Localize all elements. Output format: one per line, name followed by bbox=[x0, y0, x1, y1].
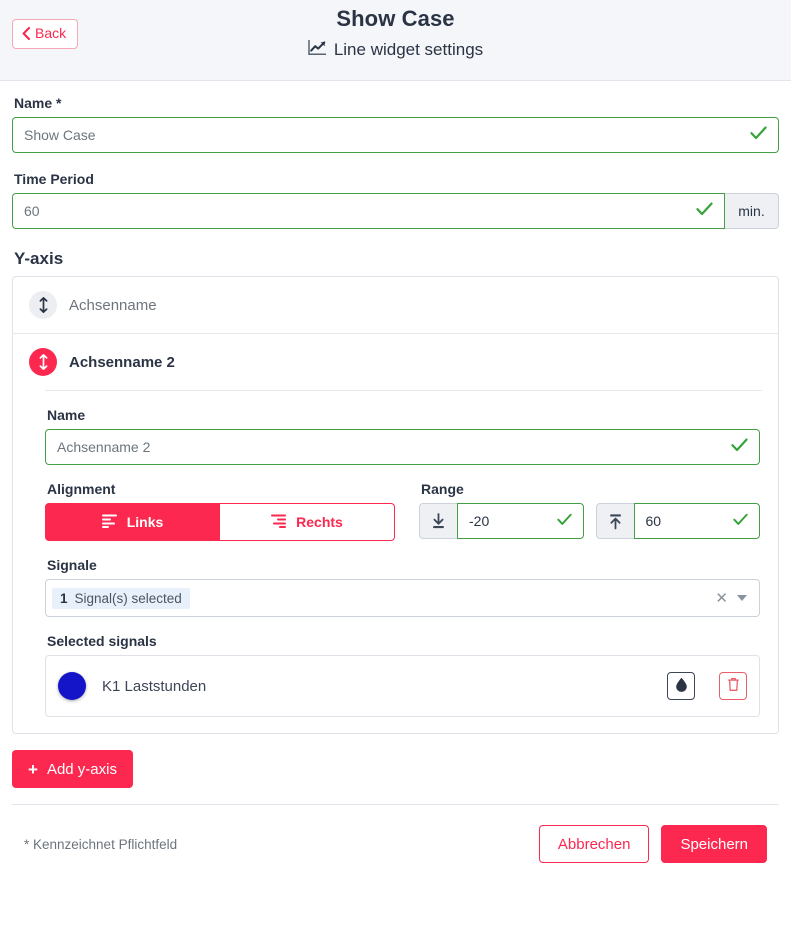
alignment-segmented-control: Links Rechts bbox=[45, 503, 395, 541]
name-label: Name * bbox=[14, 95, 62, 111]
signals-selected-count: 1 bbox=[60, 590, 68, 606]
align-right-icon bbox=[271, 514, 287, 531]
selected-signals-list: K1 Laststunden bbox=[45, 655, 760, 717]
arrow-up-to-line-icon bbox=[595, 503, 634, 539]
time-period-label: Time Period bbox=[14, 171, 94, 187]
axis-name-label: Name bbox=[47, 407, 86, 423]
time-period-unit: min. bbox=[725, 193, 779, 229]
list-item: K1 Laststunden bbox=[58, 666, 747, 706]
y-axis-item-1[interactable]: Achsenname bbox=[13, 277, 778, 334]
page-subtitle: Line widget settings bbox=[308, 39, 483, 61]
cancel-button[interactable]: Abbrechen bbox=[538, 825, 650, 863]
name-field-wrap bbox=[12, 117, 779, 153]
time-period-group: min. bbox=[12, 193, 779, 229]
time-period-input[interactable] bbox=[12, 193, 725, 229]
arrow-down-to-line-icon bbox=[419, 503, 457, 539]
y-axis-item-label: Achsenname 2 bbox=[69, 353, 175, 371]
align-left-icon bbox=[101, 514, 118, 531]
alignment-option-label: Links bbox=[126, 514, 164, 530]
signal-delete-button[interactable] bbox=[719, 672, 747, 700]
chevron-left-icon bbox=[22, 27, 30, 41]
range-inputs bbox=[419, 503, 760, 539]
line-chart-icon bbox=[308, 39, 327, 61]
drag-vertical-icon[interactable] bbox=[29, 291, 57, 319]
range-max-item bbox=[595, 503, 760, 539]
axis-name-field-wrap bbox=[45, 429, 760, 465]
signals-multiselect[interactable]: 1 Signal(s) selected ✕ bbox=[45, 579, 760, 617]
back-button[interactable]: Back bbox=[12, 19, 79, 49]
signals-selected-text: Signal(s) selected bbox=[74, 590, 182, 606]
y-axis-settings-panel: Name Alignment bbox=[13, 390, 778, 733]
panel-divider bbox=[45, 390, 762, 391]
alignment-option-label: Rechts bbox=[296, 514, 343, 530]
settings-form: Name * Time Period min. Y-axis bbox=[0, 81, 791, 863]
droplet-icon bbox=[675, 677, 688, 695]
close-icon[interactable]: ✕ bbox=[706, 589, 737, 607]
alignment-group: Alignment Links Rechts bbox=[45, 481, 395, 541]
y-axis-item-label: Achsenname bbox=[69, 296, 157, 314]
signals-selected-chip[interactable]: 1 Signal(s) selected bbox=[52, 587, 190, 609]
add-y-axis-label: Add y-axis bbox=[46, 760, 117, 778]
range-min-item bbox=[419, 503, 584, 539]
add-y-axis-button[interactable]: + Add y-axis bbox=[12, 750, 133, 788]
alignment-option-links[interactable]: Links bbox=[45, 503, 220, 541]
plus-icon: + bbox=[28, 759, 38, 779]
y-axis-section-label: Y-axis bbox=[14, 249, 64, 268]
required-field-note: * Kennzeichnet Pflichtfeld bbox=[24, 836, 178, 852]
alignment-option-rechts[interactable]: Rechts bbox=[220, 503, 395, 541]
range-max-input[interactable] bbox=[633, 503, 760, 539]
range-min-input[interactable] bbox=[457, 503, 584, 539]
page-header: Back Show Case Line widget settings bbox=[0, 0, 791, 81]
drag-vertical-icon[interactable] bbox=[29, 348, 57, 376]
header-titles: Show Case Line widget settings bbox=[308, 0, 483, 61]
y-axis-item-2[interactable]: Achsenname 2 bbox=[13, 334, 778, 390]
back-button-label: Back bbox=[35, 25, 67, 41]
signal-color-button[interactable] bbox=[667, 672, 695, 700]
chevron-down-icon[interactable] bbox=[737, 595, 747, 601]
save-button[interactable]: Speichern bbox=[661, 825, 767, 863]
signal-color-swatch[interactable] bbox=[58, 672, 86, 700]
form-footer: * Kennzeichnet Pflichtfeld Abbrechen Spe… bbox=[12, 804, 779, 863]
alignment-range-row: Alignment Links Rechts Range -20 60 bbox=[45, 481, 760, 541]
page-title: Show Case bbox=[336, 6, 455, 31]
y-axis-list: Achsenname Achsenname 2 Name Achsenname … bbox=[12, 276, 779, 734]
signal-name: K1 Laststunden bbox=[102, 677, 207, 695]
alignment-label: Alignment bbox=[47, 481, 116, 497]
signals-label: Signale bbox=[47, 557, 97, 573]
page-subtitle-label: Line widget settings bbox=[333, 39, 484, 59]
range-label: Range bbox=[421, 481, 464, 497]
range-group: Range bbox=[419, 481, 760, 541]
axis-name-input[interactable] bbox=[45, 429, 760, 465]
selected-signals-label: Selected signals bbox=[47, 633, 157, 649]
trash-icon bbox=[727, 677, 740, 695]
name-input[interactable] bbox=[12, 117, 779, 153]
